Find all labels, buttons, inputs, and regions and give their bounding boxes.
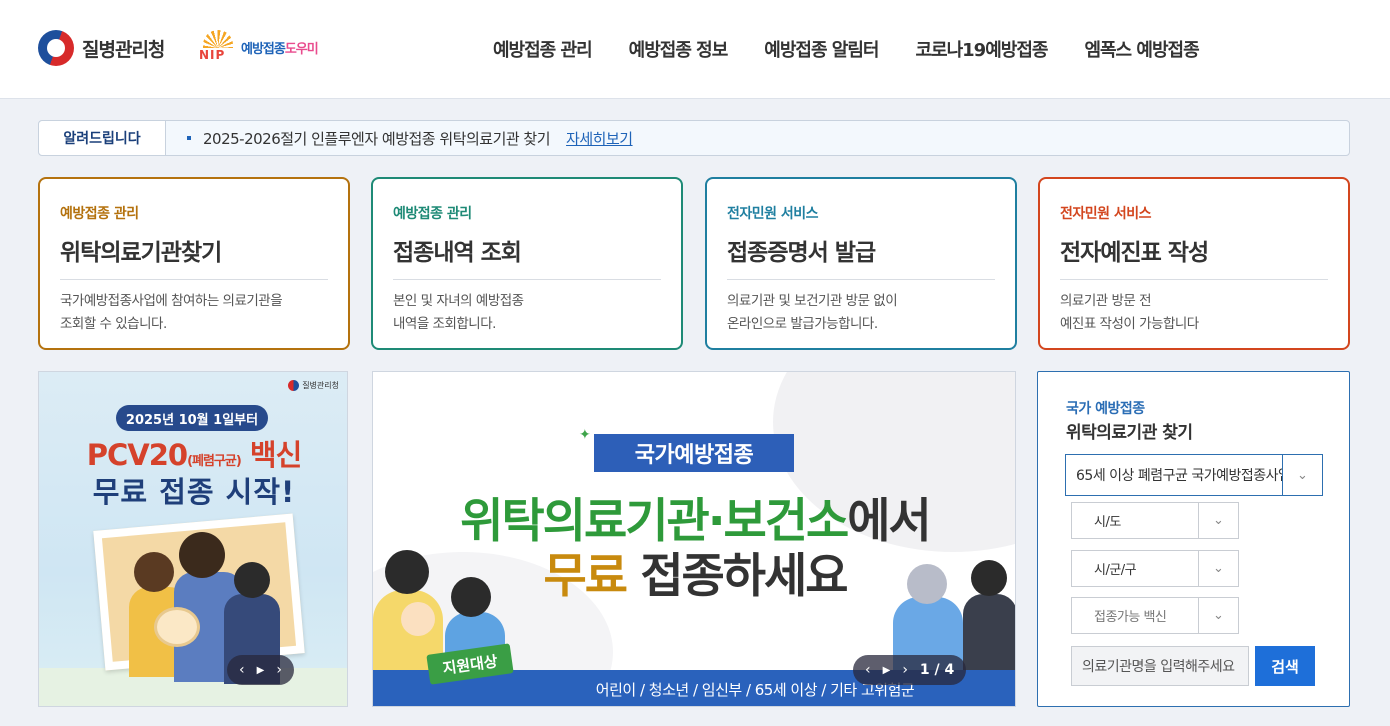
prev-icon[interactable]: ‹ xyxy=(865,662,871,678)
mother-head xyxy=(134,552,174,592)
baby-illustration xyxy=(401,602,435,636)
card-title: 전자예진표 작성 xyxy=(1060,233,1328,280)
card-description: 본인 및 자녀의 예방접종 내역을 조회합니다. xyxy=(393,293,524,332)
kdca-logo-text: 질병관리청 xyxy=(82,38,165,61)
nip-helper-logo[interactable]: NIP 예방접종도우미 xyxy=(199,30,319,64)
notice-message[interactable]: 2025-2026절기 인플루엔자 예방접종 위탁의료기관 찾기 xyxy=(203,128,551,149)
select-value: 65세 이상 폐렴구균 국가예방접종사업 xyxy=(1076,468,1282,484)
nip-logo-text: 예방접종도우미 xyxy=(241,41,319,57)
left-banner-controls: ‹ ▶ › xyxy=(227,655,294,685)
card-vaccination-history[interactable]: 예방접종 관리 접종내역 조회 본인 및 자녀의 예방접종 내역을 조회합니다. xyxy=(371,177,683,350)
taegeuk-icon xyxy=(38,30,74,66)
available-vaccine-select[interactable]: 접종가능 백신 ⌄ xyxy=(1071,597,1239,634)
main-banner-controls: ‹ ▶ › 1 / 4 xyxy=(853,655,967,685)
card-find-clinic[interactable]: 예방접종 관리 위탁의료기관찾기 국가예방접종사업에 참여하는 의료기관을 조회… xyxy=(38,177,350,350)
next-icon[interactable]: › xyxy=(902,662,908,678)
card-certificate[interactable]: 전자민원 서비스 접종증명서 발급 의료기관 및 보건기관 방문 없이 온라인으… xyxy=(705,177,1017,350)
clinic-search-panel: 국가 예방접종 위탁의료기관 찾기 65세 이상 폐렴구균 국가예방접종사업 ⌄… xyxy=(1037,371,1350,707)
banner-headline-2: 무료 접종 시작! xyxy=(92,475,296,509)
card-description: 의료기관 방문 전 예진표 작성이 가능합니다 xyxy=(1060,293,1199,332)
card-category: 예방접종 관리 xyxy=(60,206,139,222)
sido-select[interactable]: 시/도 ⌄ xyxy=(1071,502,1239,539)
mother-head xyxy=(385,550,429,594)
pcv20-banner[interactable]: 질병관리청 2025년 10월 1일부터 PCV20(폐렴구균) 백신 무료 접… xyxy=(38,371,348,707)
chevron-down-icon: ⌄ xyxy=(1198,503,1238,538)
nip-mark: NIP xyxy=(199,48,226,62)
chevron-down-icon: ⌄ xyxy=(1198,598,1238,633)
next-icon[interactable]: › xyxy=(276,662,282,678)
sun-icon: NIP xyxy=(199,30,237,64)
select-value: 접종가능 백신 xyxy=(1094,610,1167,625)
select-value: 시/도 xyxy=(1094,515,1121,530)
father-head xyxy=(179,532,225,578)
sigungu-select[interactable]: 시/군/구 ⌄ xyxy=(1071,550,1239,587)
child-head xyxy=(451,577,491,617)
notice-more-link[interactable]: 자세히보기 xyxy=(566,128,633,149)
prev-icon[interactable]: ‹ xyxy=(239,662,245,678)
clinic-name-input[interactable]: 의료기관명을 입력해주세요 xyxy=(1071,646,1249,686)
card-description: 의료기관 및 보건기관 방문 없이 온라인으로 발급가능합니다. xyxy=(727,293,898,332)
banner-brand: 질병관리청 xyxy=(288,380,339,391)
nav-vaccination-notice[interactable]: 예방접종 알림터 xyxy=(764,36,879,62)
card-title: 접종증명서 발급 xyxy=(727,233,995,280)
taegeuk-icon xyxy=(288,380,300,391)
card-title: 접종내역 조회 xyxy=(393,233,661,280)
card-description: 국가예방접종사업에 참여하는 의료기관을 조회할 수 있습니다. xyxy=(60,293,283,332)
search-button[interactable]: 검색 xyxy=(1255,646,1315,686)
search-subtitle: 국가 예방접종 xyxy=(1066,401,1145,417)
banner-badge: 국가예방접종 xyxy=(594,434,794,472)
search-title: 위탁의료기관 찾기 xyxy=(1066,423,1193,443)
notice-label: 알려드립니다 xyxy=(39,121,166,155)
card-e-prescreening[interactable]: 전자민원 서비스 전자예진표 작성 의료기관 방문 전 예진표 작성이 가능합니… xyxy=(1038,177,1350,350)
baby-illustration xyxy=(154,607,200,647)
play-icon[interactable]: ▶ xyxy=(257,665,265,676)
card-category: 예방접종 관리 xyxy=(393,206,472,222)
nav-covid19-vaccination[interactable]: 코로나19예방접종 xyxy=(915,36,1048,62)
student-illustration xyxy=(963,594,1015,672)
card-category: 전자민원 서비스 xyxy=(1060,206,1152,222)
chevron-down-icon: ⌄ xyxy=(1282,455,1322,495)
vaccine-program-select[interactable]: 65세 이상 폐렴구균 국가예방접종사업 ⌄ xyxy=(1065,454,1323,496)
nav-vaccination-info[interactable]: 예방접종 정보 xyxy=(629,36,729,62)
sparkle-icon: ✦ xyxy=(579,427,591,443)
slide-counter: 1 / 4 xyxy=(919,662,955,678)
select-value: 시/군/구 xyxy=(1094,563,1137,578)
banner-headline: PCV20(폐렴구균) 백신 xyxy=(86,438,303,472)
bullet-icon xyxy=(187,136,191,140)
site-header: 질병관리청 NIP 예방접종도우미 예방접종 관리 예방접종 정보 예방접종 알… xyxy=(0,0,1390,99)
main-banner[interactable]: ✦ 국가예방접종 위탁의료기관·보건소에서 무료 접종하세요 어린이 / 청소년… xyxy=(372,371,1016,707)
card-title: 위탁의료기관찾기 xyxy=(60,233,328,280)
student-head xyxy=(971,560,1007,596)
date-pill: 2025년 10월 1일부터 xyxy=(116,405,268,431)
kdca-logo[interactable]: 질병관리청 xyxy=(38,30,165,66)
nav-mpox-vaccination[interactable]: 엠폭스 예방접종 xyxy=(1084,36,1199,62)
card-category: 전자민원 서비스 xyxy=(727,206,819,222)
elder-head xyxy=(907,564,947,604)
play-icon[interactable]: ▶ xyxy=(883,665,891,676)
child-head xyxy=(234,562,270,598)
notice-bar: 알려드립니다 2025-2026절기 인플루엔자 예방접종 위탁의료기관 찾기 … xyxy=(38,120,1350,156)
main-nav: 예방접종 관리 예방접종 정보 예방접종 알림터 코로나19예방접종 엠폭스 예… xyxy=(493,36,1200,62)
nav-vaccination-management[interactable]: 예방접종 관리 xyxy=(493,36,593,62)
chevron-down-icon: ⌄ xyxy=(1198,551,1238,586)
